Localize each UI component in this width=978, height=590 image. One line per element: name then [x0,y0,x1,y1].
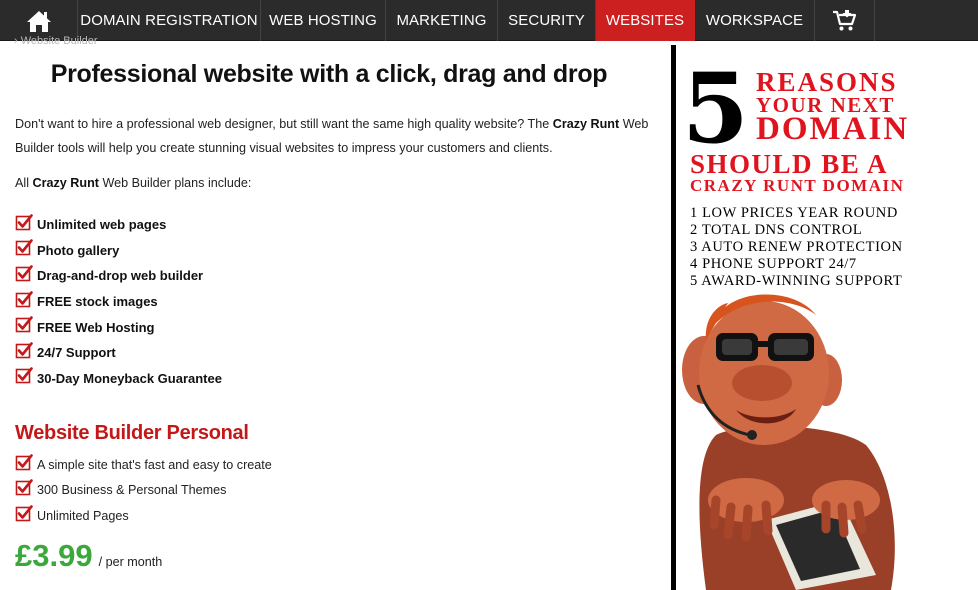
promo-banner[interactable]: 5 REASONS YOUR NEXT DOMAIN SHOULD BE A C… [676,45,978,590]
list-item: 30-Day Moneyback Guarantee [15,366,222,392]
main-content: Professional website with a click, drag … [15,60,655,573]
nav-web-hosting[interactable]: WEB HOSTING [261,0,386,41]
nav-workspace[interactable]: WORKSPACE [695,0,815,41]
checkbox-checked-icon [15,213,33,232]
checkbox-checked-icon [15,265,33,283]
list-item: FREE stock images [15,289,222,315]
list-item: Drag-and-drop web builder [15,263,222,289]
reason-item: 3 AUTO RENEW PROTECTION [690,239,903,255]
nav-domain-registration[interactable]: DOMAIN REGISTRATION [78,0,261,41]
checkbox-checked-icon [15,290,33,309]
top-nav: DOMAIN REGISTRATION WEB HOSTING MARKETIN… [0,0,978,41]
nav-cart[interactable] [815,0,875,41]
list-item: Photo gallery [15,238,222,264]
intro-text: Don't want to hire a professional web de… [15,117,649,155]
checkbox-checked-icon [15,341,33,360]
reason-item: 1 LOW PRICES YEAR ROUND [690,205,898,221]
reason-item: 2 TOTAL DNS CONTROL [690,222,863,238]
list-item: 300 Business & Personal Themes [15,478,272,504]
checkbox-checked-icon [15,239,33,257]
nav-marketing[interactable]: MARKETING [386,0,498,41]
breadcrumb[interactable]: › Website Builder [14,35,98,47]
mascot-illustration [676,285,978,590]
price-row: £3.99 / per month [15,538,162,574]
list-item: A simple site that's fast and easy to cr… [15,452,272,478]
checkbox-checked-icon [15,367,33,385]
checkbox-checked-icon [15,316,33,334]
checkbox-checked-icon [15,505,33,523]
list-item: Unlimited web pages [15,212,222,238]
price-period: / per month [98,555,163,569]
plans-intro: All Crazy Runt Web Builder plans include… [15,176,252,190]
page-title: Professional website with a click, drag … [50,60,608,88]
home-icon [26,9,52,33]
feature-list: Unlimited web pages Photo gallery Drag-a… [15,212,222,391]
plan-feature-list: A simple site that's fast and easy to cr… [15,452,272,529]
list-item: Unlimited Pages [15,503,272,529]
list-item: FREE Web Hosting [15,314,222,340]
banner-heading-line: DOMAIN [756,111,910,147]
list-item: 24/7 Support [15,340,222,366]
checkbox-checked-icon [15,479,33,497]
nav-websites[interactable]: WEBSITES [596,0,695,41]
nav-security[interactable]: SECURITY [498,0,596,41]
plan-title: Website Builder Personal [15,422,249,444]
brand-name: Crazy Runt [32,176,99,190]
banner-reasons: 1 LOW PRICES YEAR ROUND 2 TOTAL DNS CONT… [690,205,903,290]
banner-heading-line: CRAZY RUNT DOMAIN [690,176,905,195]
banner-number: 5 [682,52,749,165]
shopping-cart-icon [832,9,858,33]
brand-name: Crazy Runt [552,117,620,131]
plan-price: £3.99 [15,538,93,573]
checkbox-checked-icon [15,453,33,472]
reason-item: 4 PHONE SUPPORT 24/7 [690,256,857,272]
